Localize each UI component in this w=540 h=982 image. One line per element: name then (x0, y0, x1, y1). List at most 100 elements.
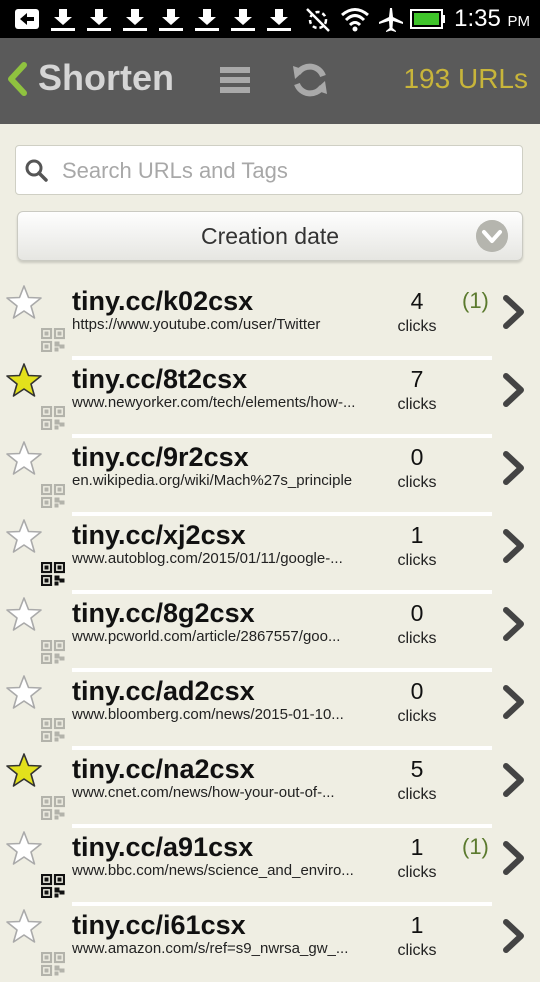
click-count: 5 (410, 756, 424, 782)
long-url: www.bbc.com/news/science_and_enviro... (72, 862, 354, 879)
clicks-label: clicks (397, 630, 437, 647)
search-icon (25, 159, 48, 182)
download-icon (231, 9, 255, 31)
clicks-label: clicks (397, 318, 437, 335)
star-icon[interactable] (5, 284, 43, 320)
qr-code-icon[interactable] (41, 640, 65, 664)
qr-code-icon[interactable] (41, 484, 65, 508)
search-input[interactable] (60, 152, 514, 190)
action-bar: Shorten 193 URLs (0, 38, 540, 124)
click-count: 0 (410, 678, 424, 704)
list-item[interactable]: tiny.cc/i61csx www.amazon.com/s/ref=s9_n… (0, 904, 540, 982)
chevron-right-icon[interactable] (500, 762, 528, 798)
short-url: tiny.cc/a91csx (72, 832, 254, 862)
long-url: www.pcworld.com/article/2867557/goo... (72, 628, 341, 645)
qr-code-icon[interactable] (41, 718, 65, 742)
menu-icon[interactable] (218, 65, 252, 95)
clicks-label: clicks (397, 942, 437, 959)
qr-code-icon[interactable] (41, 796, 65, 820)
status-bar: 1:35 PM (0, 0, 540, 38)
search-box[interactable] (15, 145, 523, 195)
chevron-right-icon[interactable] (500, 528, 528, 564)
short-url: tiny.cc/8t2csx (72, 364, 248, 394)
list-item[interactable]: tiny.cc/a91csx www.bbc.com/news/science_… (0, 826, 540, 906)
short-url: tiny.cc/xj2csx (72, 520, 246, 550)
star-icon[interactable] (5, 440, 43, 476)
click-count: 4 (410, 288, 424, 314)
short-url: tiny.cc/k02csx (72, 286, 254, 316)
click-count: 1 (410, 522, 424, 548)
short-url: tiny.cc/ad2csx (72, 676, 255, 706)
download-icon (159, 9, 183, 31)
long-url: https://www.youtube.com/user/Twitter (72, 316, 321, 333)
sort-dropdown[interactable]: Creation date (17, 211, 523, 261)
notification-back-icon (15, 9, 39, 29)
new-clicks-badge: (1) (462, 288, 489, 313)
long-url: www.autoblog.com/2015/01/11/google-... (72, 550, 343, 567)
list-item[interactable]: tiny.cc/na2csx www.cnet.com/news/how-you… (0, 748, 540, 828)
list-item[interactable]: tiny.cc/8t2csx www.newyorker.com/tech/el… (0, 358, 540, 438)
click-count: 1 (410, 834, 424, 860)
download-icon (267, 9, 291, 31)
click-count: 0 (410, 444, 424, 470)
long-url: www.bloomberg.com/news/2015-01-10... (72, 706, 344, 723)
clicks-label: clicks (397, 552, 437, 569)
click-count: 1 (410, 912, 424, 938)
qr-code-icon[interactable] (41, 874, 65, 898)
chevron-right-icon[interactable] (500, 450, 528, 486)
clicks-label: clicks (397, 474, 437, 491)
short-url: tiny.cc/na2csx (72, 754, 255, 784)
sort-label: Creation date (200, 223, 340, 249)
chevron-right-icon[interactable] (500, 918, 528, 954)
chevron-right-icon[interactable] (500, 840, 528, 876)
long-url: www.cnet.com/news/how-your-out-of-... (72, 784, 335, 801)
star-icon[interactable] (5, 362, 43, 398)
download-icon (51, 9, 75, 31)
long-url: www.amazon.com/s/ref=s9_nwrsa_gw_... (72, 940, 349, 957)
list-item[interactable]: tiny.cc/9r2csx en.wikipedia.org/wiki/Mac… (0, 436, 540, 516)
new-clicks-badge: (1) (462, 834, 489, 859)
long-url: www.newyorker.com/tech/elements/how-... (72, 394, 356, 411)
airplane-mode-icon (379, 8, 403, 32)
chevron-right-icon[interactable] (500, 684, 528, 720)
wifi-icon (341, 8, 369, 32)
list-item[interactable]: tiny.cc/k02csx https://www.youtube.com/u… (0, 280, 540, 360)
short-url: tiny.cc/i61csx (72, 910, 246, 940)
short-url: tiny.cc/8g2csx (72, 598, 255, 628)
list-item[interactable]: tiny.cc/8g2csx www.pcworld.com/article/2… (0, 592, 540, 672)
long-url: en.wikipedia.org/wiki/Mach%27s_principle (72, 472, 353, 489)
chevron-right-icon[interactable] (500, 606, 528, 642)
star-icon[interactable] (5, 908, 43, 944)
click-count: 7 (410, 366, 424, 392)
qr-code-icon[interactable] (41, 562, 65, 586)
download-icon (87, 9, 111, 31)
clicks-label: clicks (397, 396, 437, 413)
list-item[interactable]: tiny.cc/xj2csx www.autoblog.com/2015/01/… (0, 514, 540, 594)
star-icon[interactable] (5, 518, 43, 554)
star-icon[interactable] (5, 752, 43, 788)
download-icon (123, 9, 147, 31)
star-icon[interactable] (5, 830, 43, 866)
click-count: 0 (410, 600, 424, 626)
list-item[interactable]: tiny.cc/ad2csx www.bloomberg.com/news/20… (0, 670, 540, 750)
refresh-icon[interactable] (290, 60, 330, 100)
back-chevron-icon[interactable] (6, 62, 28, 96)
clicks-label: clicks (397, 708, 437, 725)
battery-icon (410, 9, 445, 29)
chevron-down-icon (476, 220, 508, 252)
star-icon[interactable] (5, 596, 43, 632)
download-icon (195, 9, 219, 31)
url-count: 193 URLs (403, 63, 528, 94)
qr-code-icon[interactable] (41, 328, 65, 352)
short-url: tiny.cc/9r2csx (72, 442, 249, 472)
clicks-label: clicks (397, 864, 437, 881)
chevron-right-icon[interactable] (500, 372, 528, 408)
chevron-right-icon[interactable] (500, 294, 528, 330)
clock: 1:35 PM (454, 5, 530, 32)
qr-code-icon[interactable] (41, 952, 65, 976)
sync-off-icon (306, 8, 330, 32)
qr-code-icon[interactable] (41, 406, 65, 430)
clicks-label: clicks (397, 786, 437, 803)
star-icon[interactable] (5, 674, 43, 710)
app-title[interactable]: Shorten (38, 57, 174, 99)
